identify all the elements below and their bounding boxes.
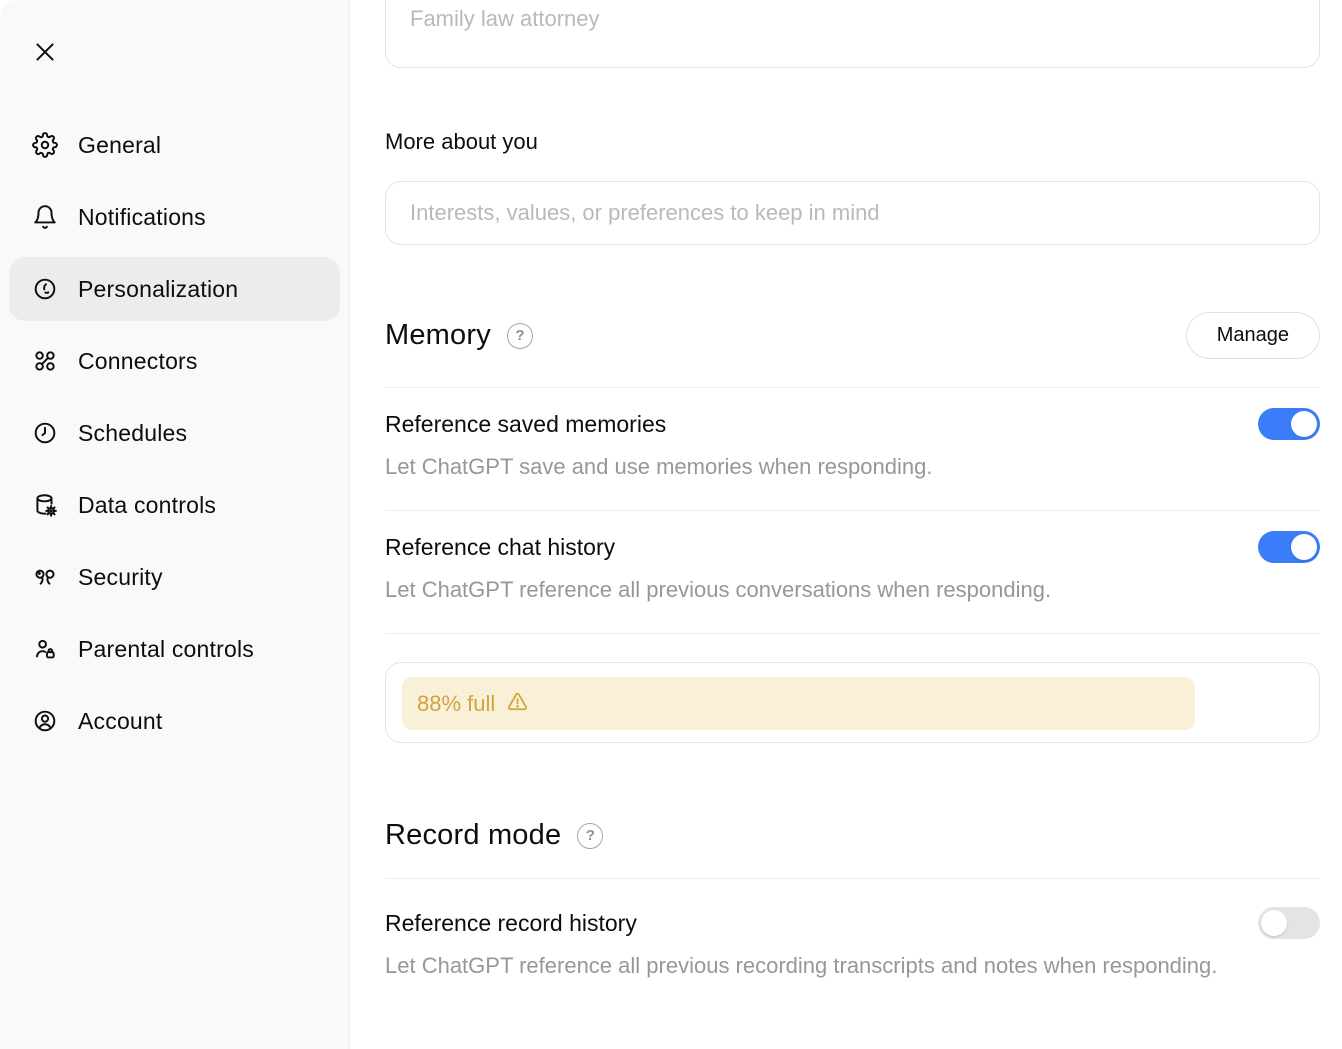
sidebar-item-label: Data controls xyxy=(78,492,216,519)
sidebar-item-account[interactable]: Account xyxy=(9,689,340,753)
sidebar-item-parental-controls[interactable]: Parental controls xyxy=(9,617,340,681)
memory-usage-text: 88% full xyxy=(417,691,495,717)
reference-record-history-row: Reference record history Let ChatGPT ref… xyxy=(385,879,1320,1009)
custom-instruction-input[interactable] xyxy=(385,0,1320,68)
sidebar-item-label: Schedules xyxy=(78,420,187,447)
close-button[interactable] xyxy=(28,36,62,70)
sidebar-item-data-controls[interactable]: Data controls xyxy=(9,473,340,537)
sidebar-item-label: Account xyxy=(78,708,163,735)
sidebar-item-label: Security xyxy=(78,564,163,591)
connectors-icon xyxy=(32,348,58,374)
sidebar-item-label: Personalization xyxy=(78,276,238,303)
reference-saved-memories-label: Reference saved memories xyxy=(385,410,666,438)
reference-record-history-toggle[interactable] xyxy=(1258,907,1320,939)
divider xyxy=(385,633,1320,634)
gear-icon xyxy=(32,132,58,158)
reference-saved-memories-toggle[interactable] xyxy=(1258,408,1320,440)
close-icon xyxy=(32,39,58,68)
settings-sidebar: General Notifications Personalization Co… xyxy=(0,0,350,1049)
reference-chat-history-row: Reference chat history Let ChatGPT refer… xyxy=(385,511,1320,633)
sidebar-item-general[interactable]: General xyxy=(9,113,340,177)
manage-memory-button[interactable]: Manage xyxy=(1186,312,1320,359)
reference-record-history-label: Reference record history xyxy=(385,909,637,937)
memory-title: Memory xyxy=(385,319,491,352)
settings-dialog: General Notifications Personalization Co… xyxy=(0,0,1342,1049)
warning-icon xyxy=(495,689,530,719)
sidebar-item-schedules[interactable]: Schedules xyxy=(9,401,340,465)
sidebar-item-label: Connectors xyxy=(78,348,198,375)
reference-chat-history-label: Reference chat history xyxy=(385,533,615,561)
person-lock-icon xyxy=(32,636,58,662)
sidebar-item-notifications[interactable]: Notifications xyxy=(9,185,340,249)
settings-nav: General Notifications Personalization Co… xyxy=(0,113,349,753)
reference-chat-history-description: Let ChatGPT reference all previous conve… xyxy=(385,577,1265,603)
keys-icon xyxy=(32,564,58,590)
memory-usage-card: 88% full xyxy=(385,662,1320,743)
reference-saved-memories-row: Reference saved memories Let ChatGPT sav… xyxy=(385,388,1320,510)
record-mode-section-header: Record mode ? xyxy=(385,812,1320,859)
sidebar-item-connectors[interactable]: Connectors xyxy=(9,329,340,393)
sidebar-item-security[interactable]: Security xyxy=(9,545,340,609)
record-mode-title: Record mode xyxy=(385,819,561,852)
database-gear-icon xyxy=(32,492,58,518)
sidebar-item-label: General xyxy=(78,132,161,159)
personalization-panel: More about you Memory ? Manage Reference… xyxy=(350,0,1342,1049)
sidebar-item-personalization[interactable]: Personalization xyxy=(9,257,340,321)
personalization-icon xyxy=(32,276,58,302)
clock-icon xyxy=(32,420,58,446)
memory-section-header: Memory ? Manage xyxy=(385,312,1320,359)
person-circle-icon xyxy=(32,708,58,734)
reference-record-history-description: Let ChatGPT reference all previous recor… xyxy=(385,953,1265,979)
reference-saved-memories-description: Let ChatGPT save and use memories when r… xyxy=(385,454,1265,480)
sidebar-item-label: Parental controls xyxy=(78,636,254,663)
bell-icon xyxy=(32,204,58,230)
more-about-you-input[interactable] xyxy=(385,181,1320,245)
memory-help-icon[interactable]: ? xyxy=(507,323,533,349)
reference-chat-history-toggle[interactable] xyxy=(1258,531,1320,563)
record-mode-help-icon[interactable]: ? xyxy=(577,823,603,849)
more-about-you-label: More about you xyxy=(385,129,1320,154)
sidebar-item-label: Notifications xyxy=(78,204,206,231)
memory-usage-bar: 88% full xyxy=(402,677,1195,730)
